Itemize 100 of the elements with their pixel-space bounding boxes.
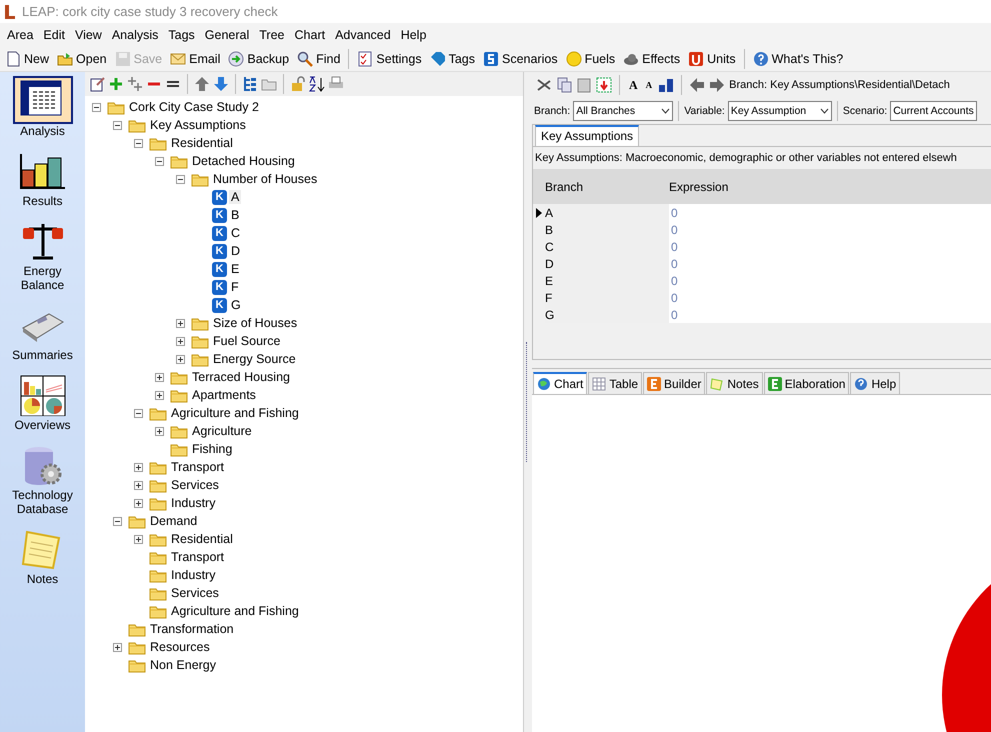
- menu-item[interactable]: Area: [2, 28, 38, 42]
- font-size-button[interactable]: A: [644, 80, 654, 90]
- collapse-toggle-icon[interactable]: [155, 156, 164, 166]
- padlock-icon[interactable]: [290, 76, 306, 92]
- collapse-toggle-icon[interactable]: [92, 102, 101, 112]
- menu-item[interactable]: View: [70, 28, 107, 42]
- menu-item[interactable]: Edit: [38, 28, 70, 42]
- tree-node[interactable]: Key Assumptions: [148, 118, 248, 132]
- expand-toggle-icon[interactable]: [155, 426, 164, 436]
- tree-node[interactable]: B: [229, 208, 242, 222]
- menu-item[interactable]: Advanced: [330, 28, 396, 42]
- tab[interactable]: Elaboration: [764, 372, 850, 394]
- expand-toggle-icon[interactable]: [155, 372, 164, 382]
- tree-node[interactable]: Cork City Case Study 2: [127, 100, 261, 114]
- table-cell[interactable]: 0: [669, 204, 991, 221]
- tree-node[interactable]: Transport: [169, 550, 226, 564]
- toolbar-button[interactable]: Fuels: [562, 48, 618, 70]
- tree-node[interactable]: E: [229, 262, 242, 276]
- dropdown[interactable]: All Branches: [573, 101, 674, 121]
- menu-item[interactable]: Analysis: [106, 28, 164, 42]
- tree-node[interactable]: Transformation: [148, 622, 236, 636]
- tree-node[interactable]: Transport: [169, 460, 226, 474]
- table-cell[interactable]: 0: [669, 306, 991, 323]
- tab[interactable]: Help: [850, 372, 900, 394]
- tree-node[interactable]: Terraced Housing: [190, 370, 292, 384]
- tab[interactable]: Table: [588, 372, 642, 394]
- font-size-button[interactable]: A: [627, 78, 640, 92]
- toolbar-button[interactable]: Scenarios: [480, 48, 561, 70]
- table-cell[interactable]: 0: [669, 221, 991, 238]
- sidebar-item[interactable]: Overviews: [2, 372, 82, 438]
- expand-toggle-icon[interactable]: [176, 336, 185, 346]
- dropdown[interactable]: Current Accounts: [890, 101, 977, 121]
- tree-node[interactable]: C: [229, 226, 242, 240]
- sidebar-item[interactable]: Energy Balance: [2, 218, 82, 298]
- tree-node[interactable]: Agriculture and Fishing: [169, 406, 301, 420]
- tree-node[interactable]: Apartments: [190, 388, 258, 402]
- expand-toggle-icon[interactable]: [134, 534, 143, 544]
- table-cell[interactable]: 0: [669, 272, 991, 289]
- sidebar-item[interactable]: Summaries: [2, 302, 82, 368]
- collapse-toggle-icon[interactable]: [113, 120, 122, 130]
- tree-node[interactable]: Resources: [148, 640, 212, 654]
- toolbar-button[interactable]: Open: [54, 48, 110, 70]
- hierarchy-icon[interactable]: [242, 76, 258, 92]
- tree-node[interactable]: F: [229, 280, 241, 294]
- up-arrow-icon[interactable]: [194, 76, 210, 92]
- back-arrow-icon[interactable]: [689, 77, 706, 93]
- toolbar-button[interactable]: Email: [167, 48, 224, 70]
- down-arrow-icon[interactable]: [213, 76, 229, 92]
- sidebar-item[interactable]: Notes: [2, 526, 82, 592]
- import-icon[interactable]: [596, 77, 612, 93]
- tree-node[interactable]: Demand: [148, 514, 200, 528]
- menu-item[interactable]: Help: [396, 28, 432, 42]
- scissors-icon[interactable]: [536, 77, 552, 93]
- expand-toggle-icon[interactable]: [176, 354, 185, 364]
- expand-toggle-icon[interactable]: [176, 318, 185, 328]
- forward-arrow-icon[interactable]: [709, 77, 726, 93]
- tree-node[interactable]: Energy Source: [211, 352, 298, 366]
- expand-toggle-icon[interactable]: [155, 390, 164, 400]
- toolbar-button[interactable]: Effects: [620, 48, 684, 70]
- sort-az-icon[interactable]: [309, 76, 325, 92]
- expand-toggle-icon[interactable]: [134, 480, 143, 490]
- toolbar-button[interactable]: What's This?: [750, 48, 846, 70]
- notepad-pen-icon[interactable]: [89, 76, 105, 92]
- tab[interactable]: Builder: [643, 372, 706, 394]
- toolbar-button[interactable]: Backup: [225, 48, 292, 70]
- column-header[interactable]: Branch: [533, 180, 669, 194]
- sidebar-item[interactable]: Technology Database: [2, 442, 82, 522]
- tree-node[interactable]: Agriculture: [190, 424, 254, 438]
- expand-toggle-icon[interactable]: [134, 462, 143, 472]
- menu-item[interactable]: Tree: [254, 28, 290, 42]
- plus-pair-icon[interactable]: [127, 76, 143, 92]
- menu-item[interactable]: Tags: [163, 28, 200, 42]
- tree-node[interactable]: Fuel Source: [211, 334, 282, 348]
- collapse-toggle-icon[interactable]: [134, 138, 143, 148]
- tree-node[interactable]: Industry: [169, 568, 218, 582]
- expand-toggle-icon[interactable]: [134, 498, 143, 508]
- table-cell[interactable]: 0: [669, 289, 991, 306]
- tree-node[interactable]: Residential: [169, 532, 235, 546]
- tree-node[interactable]: Services: [169, 586, 221, 600]
- sort-icon[interactable]: [658, 77, 674, 93]
- tab[interactable]: Chart: [533, 372, 588, 394]
- toolbar-button[interactable]: Find: [294, 48, 344, 70]
- tab[interactable]: Key Assumptions: [535, 125, 640, 146]
- tree-node[interactable]: Agriculture and Fishing: [169, 604, 301, 618]
- tree-node[interactable]: Non Energy: [148, 658, 218, 672]
- copy-icon[interactable]: [556, 77, 572, 93]
- tree-node[interactable]: Residential: [169, 136, 235, 150]
- tree-node[interactable]: Services: [169, 478, 221, 492]
- tree-node[interactable]: D: [229, 244, 242, 258]
- tree-node[interactable]: Size of Houses: [211, 316, 300, 330]
- table-cell[interactable]: 0: [669, 238, 991, 255]
- tab[interactable]: Notes: [706, 372, 763, 394]
- table-cell[interactable]: 0: [669, 255, 991, 272]
- tree-node[interactable]: Detached Housing: [190, 154, 297, 168]
- dropdown[interactable]: Key Assumption: [728, 101, 832, 121]
- tree-node[interactable]: G: [229, 298, 243, 312]
- collapse-toggle-icon[interactable]: [113, 516, 122, 526]
- tree-node[interactable]: Number of Houses: [211, 172, 320, 186]
- collapse-toggle-icon[interactable]: [176, 174, 185, 184]
- tree-node[interactable]: A: [229, 190, 242, 204]
